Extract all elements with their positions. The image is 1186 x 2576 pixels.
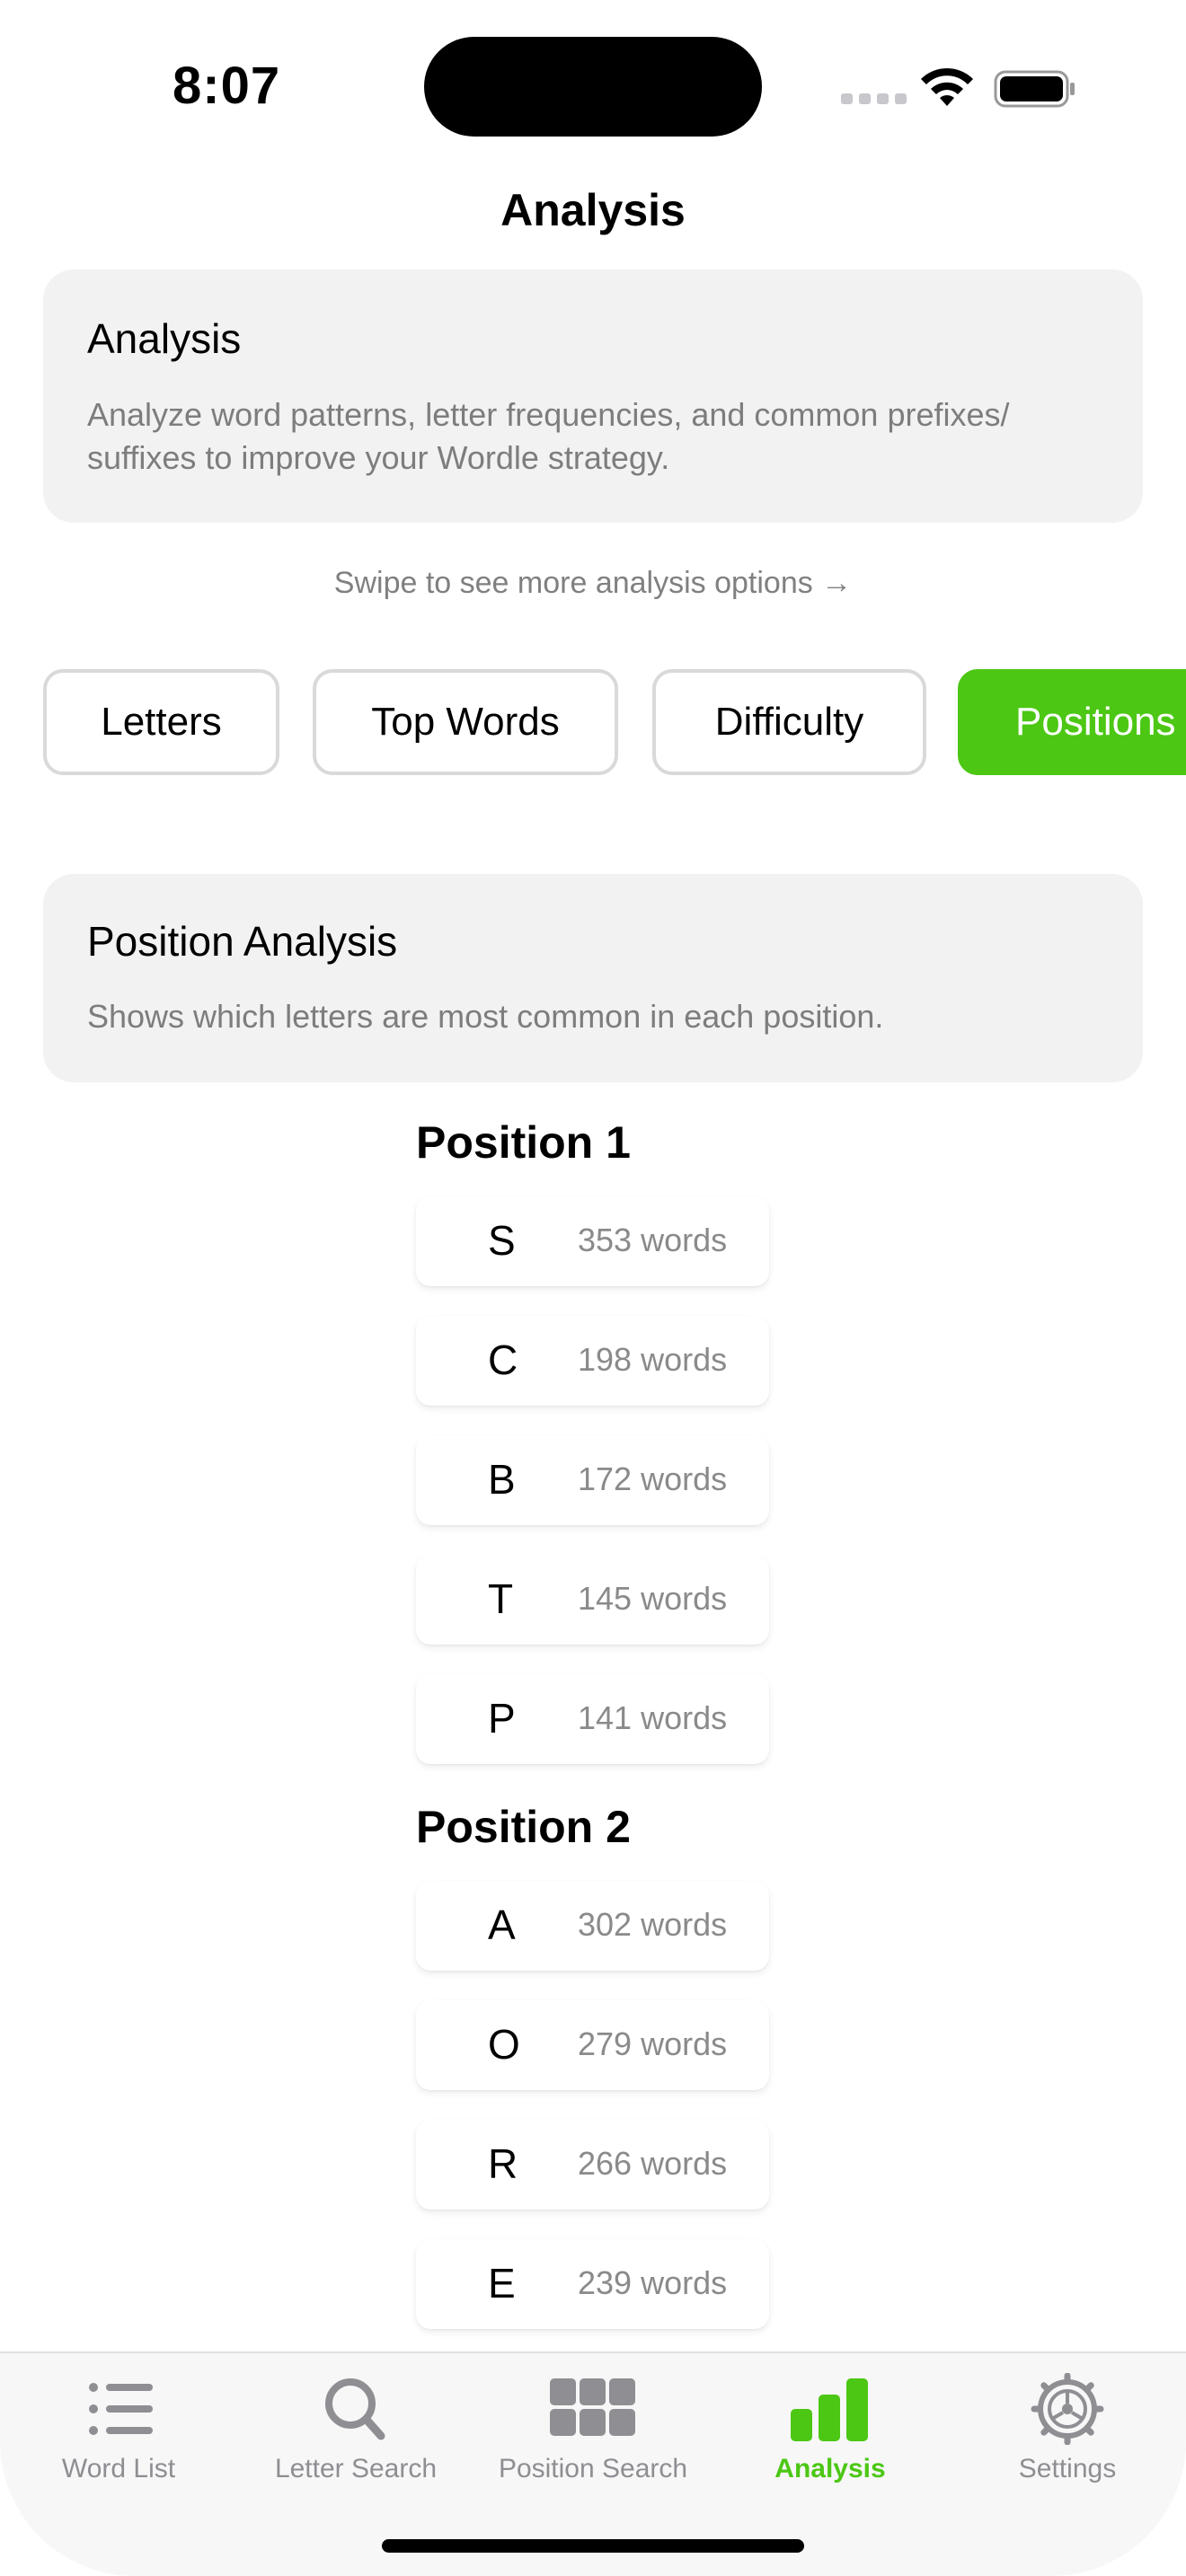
word-count: 279 words [578,2025,728,2062]
magnifier-icon [325,2378,385,2440]
letter-count-row: B 172 words [416,1435,769,1525]
letter-count-row: E 239 words [416,2239,769,2329]
letter-count-row: A 302 words [416,1881,769,1971]
word-count: 353 words [578,1222,728,1258]
home-indicator[interactable] [382,2539,804,2553]
tab-bar-label: Analysis [774,2454,886,2483]
tab-bar-label: Letter Search [274,2454,438,2483]
word-count: 145 words [578,1580,728,1617]
letter-count-row: T 145 words [416,1555,769,1645]
battery-icon [994,70,1075,108]
letter: T [488,1575,514,1622]
list-icon [89,2383,153,2435]
word-count: 198 words [578,1341,728,1378]
tab-bar-item-word-list[interactable]: Word List [0,2353,237,2515]
letter: E [488,2260,516,2307]
status-time: 8:07 [173,57,281,115]
grid-icon [550,2378,635,2436]
tab-bar-label: Word List [61,2454,176,2483]
letter-count-row: O 279 words [416,2000,769,2090]
word-count: 302 words [578,1906,728,1943]
word-count: 172 words [578,1460,728,1497]
letter: C [488,1337,518,1383]
letter: B [488,1456,516,1503]
position-heading: Position 2 [416,1802,631,1852]
tab-bar-item-position-search[interactable]: Position Search [474,2353,712,2515]
analysis-screen: 8:07 Analysis Analysis Analyze word patt… [0,0,1186,2576]
tab-bar-item-letter-search[interactable]: Letter Search [237,2353,474,2515]
wifi-icon [921,67,973,106]
letter: O [488,2021,520,2068]
gear-icon [1031,2373,1104,2445]
letter-count-row: C 198 words [416,1316,769,1406]
tab-top-words[interactable]: Top Words [313,669,618,775]
word-count: 141 words [578,1699,728,1736]
position-card-title: Position Analysis [87,918,398,965]
letter: S [488,1217,516,1264]
position-card-text: Shows which letters are most common in e… [87,998,884,1035]
intro-card: Analysis Analyze word patterns, letter f… [43,269,1143,523]
page-title: Analysis [500,185,686,235]
tab-positions[interactable]: Positions [958,669,1186,775]
intro-card-text: Analyze word patterns, letter frequencie… [87,396,1010,476]
word-count: 266 words [578,2145,728,2182]
tab-bar-item-settings[interactable]: Settings [949,2353,1186,2515]
tab-bar-label: Settings [1018,2454,1117,2483]
letter: R [488,2140,518,2187]
tab-letters[interactable]: Letters [43,669,279,775]
letter-count-row: S 353 words [416,1196,769,1286]
position-analysis-card: Position Analysis Shows which letters ar… [43,874,1143,1082]
swipe-hint: Swipe to see more analysis options → [333,566,853,600]
letter-count-row: R 266 words [416,2120,769,2210]
letter-count-row: P 141 words [416,1674,769,1764]
tab-difficulty[interactable]: Difficulty [652,669,926,775]
tab-bar-item-analysis[interactable]: Analysis [712,2353,949,2515]
dynamic-island [424,37,762,137]
letter: P [488,1695,516,1742]
bar-chart-icon [791,2378,868,2441]
intro-card-title: Analysis [87,315,242,362]
position-heading: Position 1 [416,1117,631,1168]
word-count: 239 words [578,2264,728,2301]
tab-bar-label: Position Search [498,2454,688,2483]
letter: A [488,1901,516,1948]
cellular-signal-icon [841,93,907,104]
